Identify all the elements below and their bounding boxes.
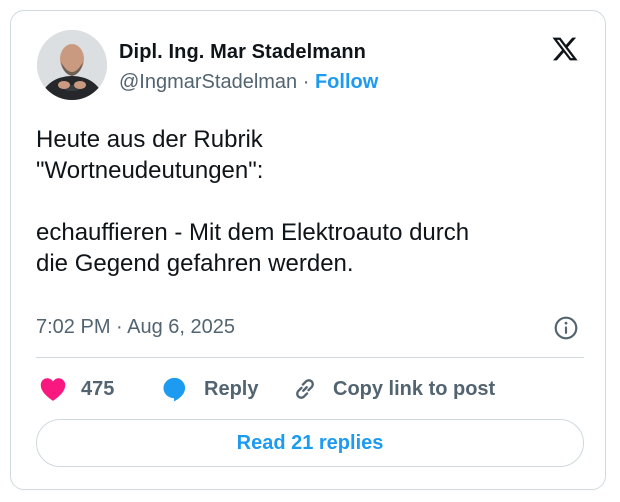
- copy-link-label: Copy link to post: [333, 377, 496, 400]
- handle-separator: ·: [302, 71, 310, 93]
- divider: [36, 357, 584, 358]
- x-logo-icon[interactable]: [550, 35, 580, 63]
- avatar-portrait: [37, 30, 107, 100]
- author-name[interactable]: Dipl. Ing. Mar Stadelmann: [119, 41, 366, 64]
- info-icon[interactable]: [553, 315, 579, 341]
- read-replies-button[interactable]: Read 21 replies: [36, 419, 584, 467]
- author-handle[interactable]: @IngmarStadelman: [119, 71, 297, 93]
- reply-button[interactable]: Reply: [160, 373, 258, 405]
- like-count: 475: [81, 377, 115, 400]
- follow-button[interactable]: Follow: [315, 71, 378, 93]
- tweet-text: Heute aus der Rubrik "Wortneudeutungen":…: [36, 126, 470, 277]
- tweet-card: Dipl. Ing. Mar Stadelmann @IngmarStadelm…: [10, 10, 606, 490]
- heart-icon: [40, 378, 66, 401]
- reply-label: Reply: [204, 377, 259, 400]
- tweet-timestamp[interactable]: 7:02 PM · Aug 6, 2025: [36, 316, 235, 339]
- copy-link-button[interactable]: Copy link to post: [291, 373, 495, 405]
- avatar[interactable]: [37, 30, 107, 100]
- link-icon: [296, 379, 314, 399]
- like-button[interactable]: 475: [39, 373, 114, 405]
- author-handle-line: @IngmarStadelman · Follow: [119, 71, 378, 94]
- speech-bubble-icon: [163, 377, 186, 402]
